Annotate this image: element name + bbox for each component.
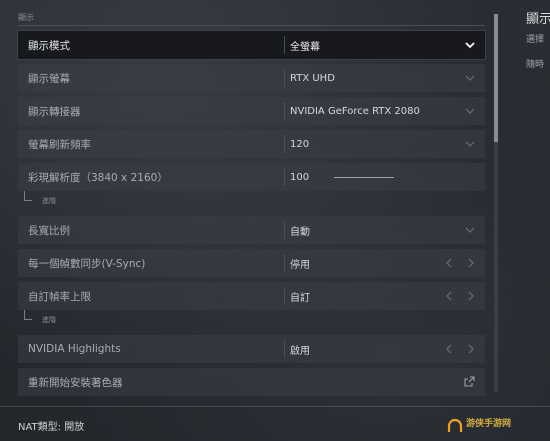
setting-value: RTX UHD [290, 72, 335, 84]
row-divider [284, 340, 285, 358]
description-title: 顯示 [526, 12, 550, 27]
watermark-logo-icon [447, 418, 463, 432]
setting-render-resolution[interactable]: 彩現解析度（3840 x 2160） 100 [18, 163, 485, 191]
setting-display-mode[interactable]: 顯示模式 全螢幕 [17, 30, 486, 60]
row-divider [284, 287, 285, 305]
setting-label: 彩現解析度（3840 x 2160） [28, 171, 168, 184]
resolution-slider[interactable] [334, 177, 394, 178]
advanced-label: 進階 [42, 316, 56, 324]
footer-divider [0, 406, 550, 407]
setting-vsync[interactable]: 每一個幀數同步(V-Sync) 停用 [18, 249, 485, 277]
advanced-subrow[interactable]: 進階 [18, 191, 485, 211]
setting-label: 顯示螢幕 [28, 72, 70, 85]
setting-label: 螢幕刷新頻率 [28, 138, 91, 151]
chevron-down-icon[interactable] [465, 225, 475, 235]
setting-value: 120 [290, 138, 310, 150]
row-divider [284, 102, 285, 120]
tree-elbow [24, 191, 32, 201]
setting-value: 自訂 [290, 292, 310, 304]
setting-label: 自訂幀率上限 [28, 290, 91, 303]
description-line: 隨時 [526, 60, 545, 70]
chevron-down-icon[interactable] [465, 139, 475, 149]
description-line: 選擇 [526, 35, 545, 45]
setting-nvidia-highlights[interactable]: NVIDIA Highlights 啟用 [18, 335, 485, 363]
watermark: 游侠手游网 [442, 410, 542, 440]
settings-list: 顯示模式 全螢幕 顯示螢幕 RTX UHD 顯示轉接器 NVIDIA GeFor… [17, 30, 486, 401]
row-divider [284, 254, 285, 272]
row-divider [284, 36, 285, 54]
advanced-subrow[interactable]: 進階 [18, 310, 485, 330]
setting-value: 100 [290, 171, 310, 183]
setting-value: 全螢幕 [290, 41, 320, 53]
setting-value: 停用 [290, 259, 310, 271]
setting-value: NVIDIA GeForce RTX 2080 [290, 105, 420, 117]
tree-elbow [24, 310, 32, 320]
setting-value: 啟用 [290, 345, 310, 357]
setting-value: 自動 [290, 226, 310, 238]
setting-label: 每一個幀數同步(V-Sync) [28, 257, 146, 270]
left-right-arrows-icon[interactable] [445, 258, 475, 268]
row-divider [284, 168, 285, 186]
setting-label: 顯示模式 [28, 39, 70, 52]
setting-restart-shader-install[interactable]: 重新開始安裝著色器 [18, 368, 485, 396]
chevron-down-icon[interactable] [465, 40, 475, 50]
setting-label: 長寬比例 [28, 224, 70, 237]
external-link-icon[interactable] [464, 376, 475, 387]
section-label: 顯示 [18, 13, 34, 22]
section-divider [18, 25, 485, 26]
setting-aspect-ratio[interactable]: 長寬比例 自動 [18, 216, 485, 244]
watermark-text: 游侠手游网 [466, 419, 512, 429]
left-right-arrows-icon[interactable] [445, 291, 475, 301]
row-divider [284, 135, 285, 153]
left-right-arrows-icon[interactable] [445, 344, 475, 354]
description-panel: 顯示 選擇 隨時 [518, 0, 550, 441]
setting-label: 重新開始安裝著色器 [28, 376, 123, 389]
chevron-down-icon[interactable] [465, 73, 475, 83]
nat-type-status: NAT類型: 開放 [18, 422, 85, 433]
setting-frame-rate-limit[interactable]: 自訂幀率上限 自訂 [18, 282, 485, 310]
setting-label: 顯示轉接器 [28, 105, 81, 118]
row-divider [284, 221, 285, 239]
setting-label: NVIDIA Highlights [28, 343, 121, 355]
setting-refresh-rate[interactable]: 螢幕刷新頻率 120 [18, 130, 485, 158]
setting-display-adapter[interactable]: 顯示轉接器 NVIDIA GeForce RTX 2080 [18, 97, 485, 125]
setting-display-monitor[interactable]: 顯示螢幕 RTX UHD [18, 64, 485, 92]
advanced-label: 進階 [42, 197, 56, 205]
chevron-down-icon[interactable] [465, 106, 475, 116]
scrollbar-thumb[interactable] [494, 14, 498, 142]
row-divider [284, 69, 285, 87]
